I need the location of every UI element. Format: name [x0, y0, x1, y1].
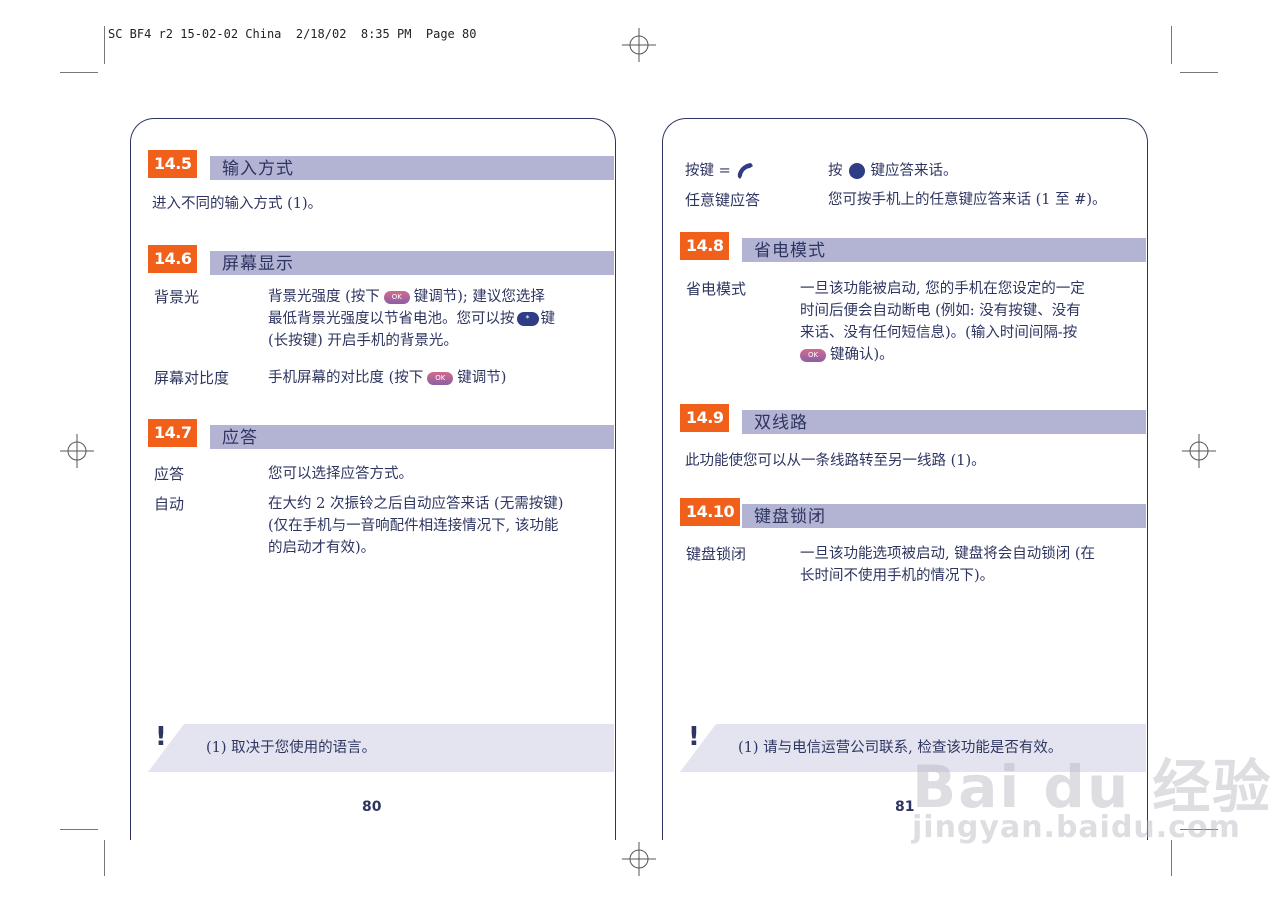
- section-14-9-header: 14.9 双线路: [680, 404, 1146, 434]
- section-number: 14.7: [148, 419, 198, 447]
- crop-mark: [104, 26, 105, 64]
- crop-mark: [1171, 26, 1172, 64]
- left-footnote-text: (1) 取决于您使用的语言。: [206, 740, 377, 756]
- section-14-8-header: 14.8 省电模式: [680, 232, 1146, 262]
- contrast-label: 屏幕对比度: [154, 369, 230, 387]
- section-number: 14.10: [680, 498, 741, 526]
- auto-text: 在大约 2 次振铃之后自动应答来话 (无需按键) (仅在手机与一音响配件相连接情…: [268, 496, 564, 556]
- watermark-url: jingyan.baidu.com: [912, 810, 1241, 845]
- section-title: 双线路: [754, 413, 808, 433]
- send-key-desc: 按键应答来话。: [828, 163, 958, 179]
- ok-key-icon: OK: [800, 348, 826, 362]
- warning-icon: !: [688, 722, 700, 752]
- registration-mark-icon: [622, 28, 656, 62]
- any-key-text: 您可按手机上的任意键应答来话 (1 至 #)。: [828, 192, 1107, 208]
- page-number-left: 80: [362, 799, 382, 815]
- power-save-text: 一旦该功能被启动, 您的手机在您设定的一定 时间后便会自动断电 (例如: 没有按…: [800, 281, 1085, 363]
- crop-mark: [104, 840, 105, 876]
- backlight-text: 背景光强度 (按下 OK 键调节); 建议您选择 最低背景光强度以节省电池。您可以按…: [268, 289, 555, 349]
- registration-mark-icon: [1182, 434, 1216, 468]
- power-save-label: 省电模式: [686, 280, 747, 298]
- backlight-label: 背景光: [154, 288, 200, 306]
- answer-text: 您可以选择应答方式。: [268, 466, 413, 482]
- section-title: 屏幕显示: [222, 254, 294, 274]
- dual-line-text: 此功能使您可以从一条线路转至另一线路 (1)。: [685, 453, 986, 469]
- phone-handset-icon: [738, 163, 754, 179]
- send-key-row: 按键 =: [685, 160, 757, 182]
- section-number: 14.9: [680, 404, 730, 432]
- crop-mark: [60, 829, 98, 830]
- section-14-7-header: 14.7 应答: [148, 419, 614, 449]
- section-14-6-header: 14.6 屏幕显示: [148, 245, 614, 275]
- send-key-icon: [848, 163, 865, 179]
- warning-icon: !: [155, 722, 167, 752]
- registration-mark-icon: [60, 434, 94, 468]
- crop-mark: [1180, 72, 1218, 73]
- crop-mark: [1171, 840, 1172, 876]
- section-14-5-header: 14.5 输入方式: [148, 150, 614, 180]
- any-key-label: 任意键应答: [685, 191, 761, 209]
- section-number: 14.5: [148, 150, 198, 178]
- ok-key-icon: OK: [427, 371, 454, 385]
- ok-key-icon: OK: [383, 290, 410, 304]
- section-title: 省电模式: [754, 241, 826, 261]
- section-number: 14.6: [148, 245, 198, 273]
- section-number: 14.8: [680, 232, 730, 260]
- print-meta-line: SC BF4 r2 15-02-02 China 2/18/02 8:35 PM…: [108, 27, 477, 41]
- keypad-lock-text: 一旦该功能选项被启动, 键盘将会自动锁闭 (在 长时间不使用手机的情况下)。: [800, 546, 1095, 584]
- section-14-5-body: 进入不同的输入方式 (1)。: [152, 196, 323, 212]
- star-key-icon: *: [516, 312, 539, 326]
- section-title: 应答: [222, 428, 258, 448]
- keypad-lock-label: 键盘锁闭: [686, 545, 747, 563]
- contrast-text: 手机屏幕的对比度 (按下 OK 键调节): [268, 370, 507, 386]
- crop-mark: [60, 72, 98, 73]
- auto-label: 自动: [154, 495, 185, 513]
- answer-label: 应答: [154, 465, 185, 483]
- section-14-10-header: 14.10 键盘锁闭: [680, 498, 1146, 528]
- registration-mark-icon: [622, 842, 656, 876]
- section-title: 键盘锁闭: [754, 507, 826, 527]
- section-title: 输入方式: [222, 159, 294, 179]
